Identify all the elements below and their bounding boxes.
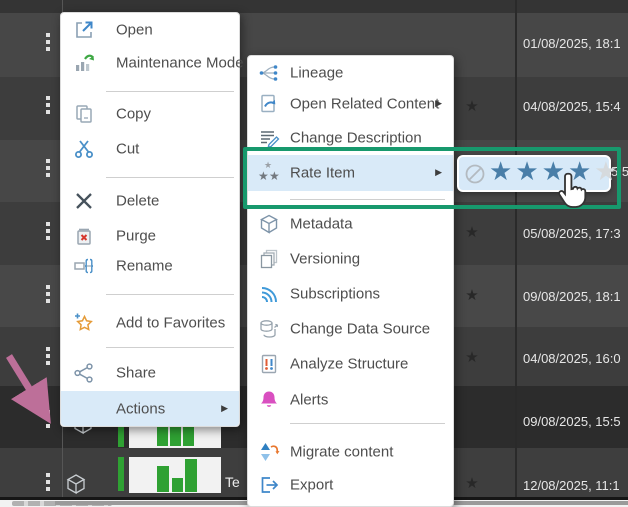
- menu-item-share[interactable]: Share: [61, 356, 239, 390]
- menu-item-actions[interactable]: Actions ▶: [61, 391, 239, 426]
- metadata-icon: [258, 213, 280, 235]
- menu-item-export[interactable]: Export: [248, 469, 453, 501]
- content-table-screen: ★ ★ ★ ★ ★ ★ ★ ★ ★ ★ 01/08/2025, 18:1 04/…: [0, 0, 628, 507]
- analyze-structure-icon: [258, 353, 280, 375]
- menu-item-alerts[interactable]: Alerts: [248, 384, 453, 416]
- copy-icon: [73, 103, 95, 125]
- menu-separator: [106, 91, 234, 92]
- menu-item-maintenance-mode[interactable]: Maintenance Mode: [61, 46, 239, 80]
- mouse-cursor-icon: [556, 171, 592, 220]
- menu-item-purge[interactable]: Purge: [61, 219, 239, 253]
- submenu-arrow-icon: ▶: [435, 99, 442, 109]
- menu-item-add-to-favorites[interactable]: Add to Favorites: [61, 306, 239, 340]
- row-timestamp: 04/08/2025, 16:0: [523, 351, 626, 369]
- row-timestamp: 05/08/2025, 17:3: [523, 226, 626, 244]
- purge-icon: [73, 225, 95, 247]
- column-divider: [515, 0, 517, 497]
- rename-icon: [73, 255, 95, 277]
- menu-item-lineage[interactable]: Lineage: [248, 57, 453, 89]
- open-related-content-icon: [258, 93, 280, 115]
- menu-item-versioning[interactable]: Versioning: [248, 243, 453, 275]
- alerts-icon: [258, 389, 280, 411]
- change-description-icon: [258, 127, 280, 149]
- open-icon: [73, 19, 95, 41]
- migrate-content-icon: [258, 441, 280, 463]
- menu-item-delete[interactable]: Delete: [61, 184, 239, 218]
- row-menu-button[interactable]: [46, 222, 50, 240]
- add-to-favorites-icon: [73, 312, 95, 334]
- change-data-source-icon: [258, 318, 280, 340]
- row-timestamp: 09/08/2025, 15:5: [523, 414, 626, 432]
- menu-item-change-data-source[interactable]: Change Data Source: [248, 313, 453, 345]
- truncated-row-text: Te: [225, 474, 240, 490]
- export-icon: [258, 474, 280, 496]
- lineage-icon: [258, 62, 280, 84]
- menu-separator: [106, 347, 234, 348]
- row-timestamp: 12/08/2025, 11:1: [523, 478, 626, 496]
- cut-icon: [73, 138, 95, 160]
- menu-item-open[interactable]: Open: [61, 13, 239, 47]
- menu-item-cut[interactable]: Cut: [61, 132, 239, 166]
- report-thumbnail: [129, 457, 221, 493]
- menu-item-analyze-structure[interactable]: Analyze Structure: [248, 348, 453, 380]
- menu-separator: [106, 177, 234, 178]
- menu-item-rename[interactable]: Rename: [61, 249, 239, 283]
- annotation-arrow: [0, 350, 62, 435]
- row-menu-button[interactable]: [46, 285, 50, 303]
- share-icon: [73, 362, 95, 384]
- row-menu-button[interactable]: [46, 159, 50, 177]
- row-timestamp: 04/08/2025, 15:4: [523, 99, 626, 117]
- status-bar-green: [118, 457, 124, 491]
- row-menu-button[interactable]: [46, 473, 50, 491]
- menu-item-open-related-content[interactable]: Open Related Content ▶: [248, 88, 453, 120]
- row-menu-button[interactable]: [46, 33, 50, 51]
- row-timestamp: 01/08/2025, 18:1: [523, 36, 626, 54]
- submenu-arrow-icon: ▶: [221, 404, 228, 414]
- menu-separator: [290, 423, 445, 424]
- actions-submenu: Lineage Open Related Content ▶ Change De…: [247, 55, 454, 507]
- versioning-icon: [258, 248, 280, 270]
- menu-item-migrate-content[interactable]: Migrate content: [248, 436, 453, 468]
- row-menu-button[interactable]: [46, 96, 50, 114]
- menu-item-metadata[interactable]: Metadata: [248, 208, 453, 240]
- subscriptions-icon: [258, 283, 280, 305]
- menu-separator: [106, 294, 234, 295]
- menu-item-copy[interactable]: Copy: [61, 97, 239, 131]
- row-timestamp: 09/08/2025, 18:1: [523, 289, 626, 307]
- menu-item-subscriptions[interactable]: Subscriptions: [248, 278, 453, 310]
- context-menu: Open Maintenance Mode Copy Cut Delete Pu…: [60, 12, 240, 427]
- delete-icon: [73, 190, 95, 212]
- maintenance-mode-icon: [73, 52, 95, 74]
